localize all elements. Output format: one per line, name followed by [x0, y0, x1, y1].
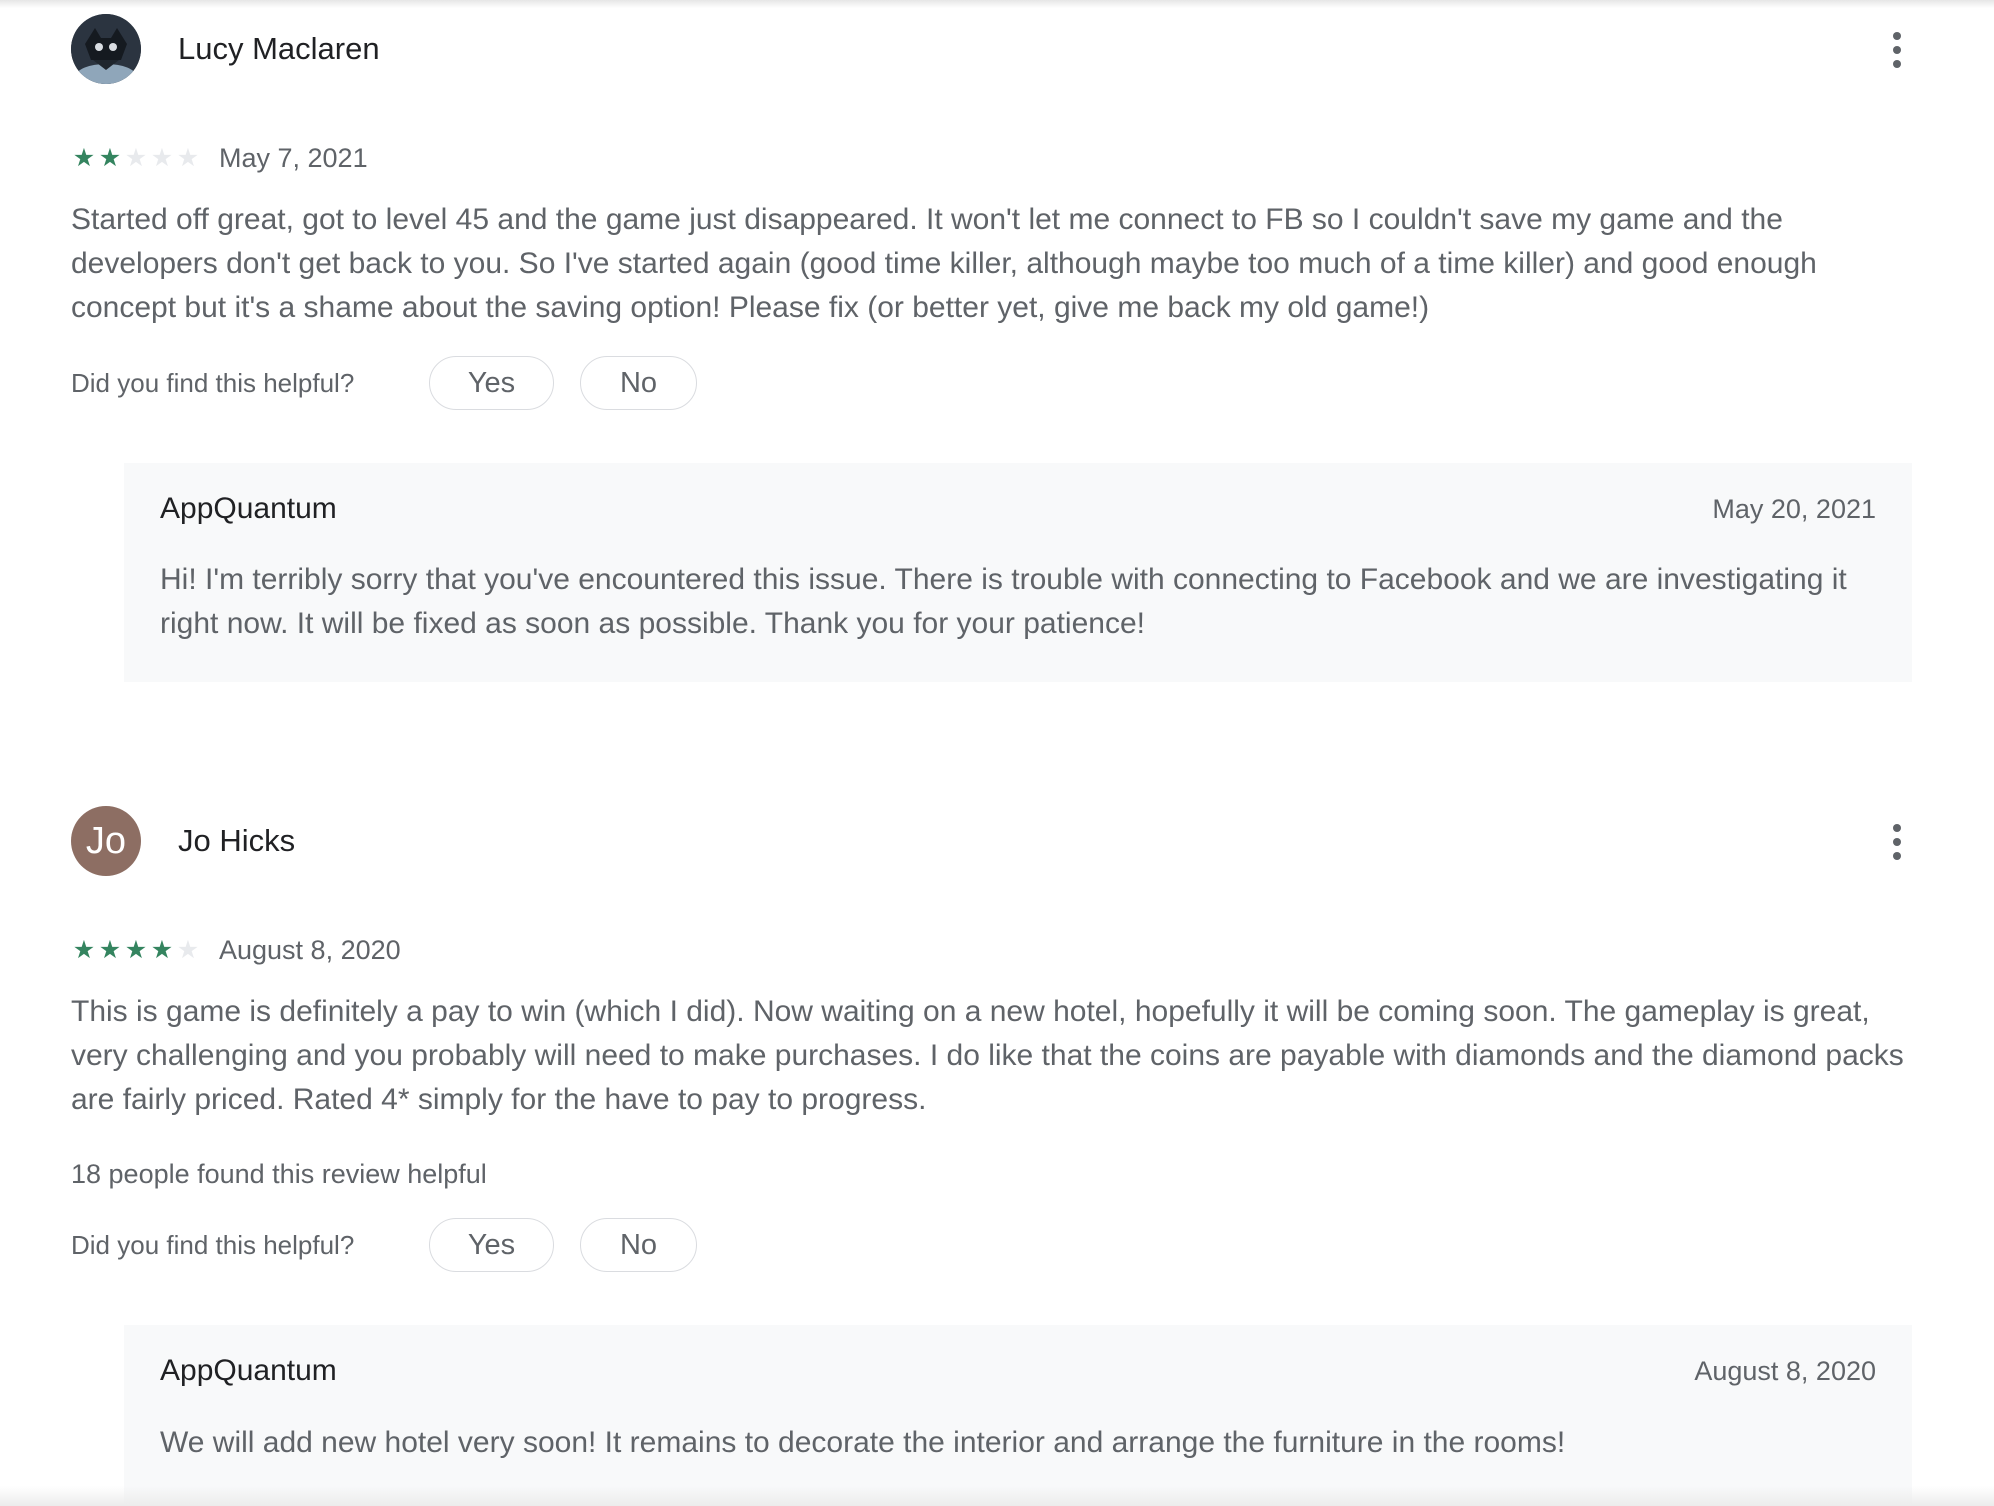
rating-row: ★ ★ ★ ★ ★ May 7, 2021: [71, 140, 1916, 176]
profile-photo-icon: [71, 14, 141, 84]
review-text: This is game is definitely a pay to win …: [71, 995, 1904, 1116]
rating-row: ★ ★ ★ ★ ★ August 8, 2020: [71, 932, 1916, 968]
reply-text: We will add new hotel very soon! It rema…: [160, 1426, 1566, 1459]
more-options-icon[interactable]: [1890, 32, 1904, 68]
review-header: Jo Jo Hicks: [71, 806, 1916, 876]
more-options-icon[interactable]: [1890, 824, 1904, 860]
no-button[interactable]: No: [580, 356, 697, 410]
developer-reply: AppQuantum May 20, 2021 Hi! I'm terribly…: [124, 463, 1912, 682]
star-filled-icon: ★: [72, 936, 96, 964]
reply-author: AppQuantum: [160, 492, 337, 525]
review-card: Lucy Maclaren ★ ★ ★ ★ ★ May 7, 2021 Started …: [71, 14, 1916, 686]
top-shadow: [0, 0, 1994, 8]
reply-date: August 8, 2020: [1694, 1356, 1876, 1386]
avatar[interactable]: Jo: [71, 806, 141, 876]
helpful-question: Did you find this helpful?: [71, 1230, 355, 1260]
review-card: Jo Jo Hicks ★ ★ ★ ★ ★ August 8, 2020 This is…: [71, 806, 1916, 1506]
review-header: Lucy Maclaren: [71, 14, 1916, 84]
no-button[interactable]: No: [580, 1218, 697, 1272]
star-filled-icon: ★: [98, 144, 122, 172]
helpful-count: 18 people found this review helpful: [71, 1159, 487, 1189]
helpful-question: Did you find this helpful?: [71, 368, 355, 398]
review-text: Started off great, got to level 45 and t…: [71, 203, 1817, 324]
star-filled-icon: ★: [98, 936, 122, 964]
review-author: Jo Hicks: [178, 823, 296, 858]
yes-button[interactable]: Yes: [429, 356, 554, 410]
star-empty-icon: ★: [176, 936, 200, 964]
helpful-row: Did you find this helpful? Yes No: [71, 356, 1916, 410]
reply-date: May 20, 2021: [1712, 494, 1876, 524]
star-filled-icon: ★: [72, 144, 96, 172]
helpful-row: Did you find this helpful? Yes No: [71, 1218, 1916, 1272]
reply-author: AppQuantum: [160, 1354, 337, 1387]
yes-button[interactable]: Yes: [429, 1218, 554, 1272]
star-filled-icon: ★: [150, 936, 174, 964]
reply-text: Hi! I'm terribly sorry that you've encou…: [160, 563, 1847, 640]
avatar[interactable]: [71, 14, 141, 84]
review-author: Lucy Maclaren: [178, 31, 380, 66]
star-rating: ★ ★ ★ ★ ★: [71, 142, 201, 174]
avatar-initials: Jo: [85, 820, 127, 862]
review-date: May 7, 2021: [219, 143, 368, 173]
star-empty-icon: ★: [176, 144, 200, 172]
star-filled-icon: ★: [124, 936, 148, 964]
developer-reply: AppQuantum August 8, 2020 We will add ne…: [124, 1325, 1912, 1506]
star-empty-icon: ★: [124, 144, 148, 172]
review-date: August 8, 2020: [219, 935, 401, 965]
star-rating: ★ ★ ★ ★ ★: [71, 934, 201, 966]
star-empty-icon: ★: [150, 144, 174, 172]
